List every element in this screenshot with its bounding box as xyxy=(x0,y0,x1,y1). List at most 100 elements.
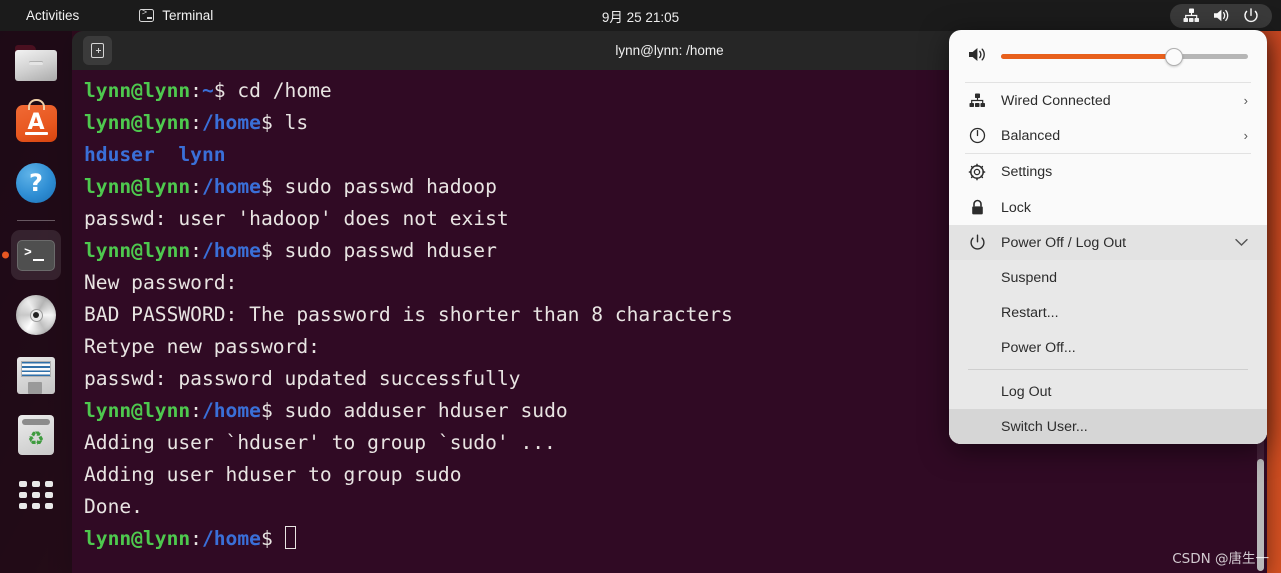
prompt-user: lynn@lynn xyxy=(84,111,191,134)
new-tab-icon xyxy=(91,43,104,58)
dock-item-files[interactable] xyxy=(11,38,61,88)
menu-item-balanced[interactable]: Balanced › xyxy=(949,118,1267,153)
dock-item-show-applications[interactable] xyxy=(11,470,61,520)
dock-separator xyxy=(17,220,55,221)
menu-item-power-off-log-out[interactable]: Power Off / Log Out xyxy=(949,225,1267,260)
gear-icon xyxy=(968,163,986,181)
volume-slider-fill xyxy=(1001,54,1174,59)
terminal-output: Done. xyxy=(84,495,143,518)
dock-item-floppy-drive[interactable] xyxy=(11,350,61,400)
power-profile-icon xyxy=(968,127,986,144)
volume-slider[interactable] xyxy=(1001,47,1248,66)
disc-icon xyxy=(16,295,56,335)
chevron-right-icon: › xyxy=(1243,128,1248,143)
prompt-colon: : xyxy=(190,399,202,422)
network-wired-icon xyxy=(968,93,986,108)
floppy-disk-icon xyxy=(17,356,55,394)
terminal-command: sudo passwd hduser xyxy=(272,239,497,262)
prompt-user: lynn@lynn xyxy=(84,175,191,198)
software-letter: A xyxy=(27,109,45,135)
activities-button[interactable]: Activities xyxy=(18,5,87,26)
terminal-command: cd /home xyxy=(225,79,332,102)
volume-icon xyxy=(1213,8,1230,23)
top-bar: Activities Terminal 9月 25 21:05 xyxy=(0,0,1281,31)
lock-icon xyxy=(968,199,986,216)
prompt-colon: : xyxy=(190,111,202,134)
dock-item-trash[interactable]: ♻ xyxy=(11,410,61,460)
submenu-item-restart[interactable]: Restart... xyxy=(949,295,1267,330)
system-status-area[interactable] xyxy=(1170,3,1272,28)
menu-item-lock[interactable]: Lock xyxy=(949,190,1267,225)
app-menu-terminal[interactable]: Terminal xyxy=(133,5,219,26)
chevron-right-icon: › xyxy=(1243,93,1248,108)
menu-item-label: Lock xyxy=(1001,199,1031,216)
folder-icon xyxy=(15,45,57,81)
terminal-output: passwd: password updated successfully xyxy=(84,367,521,390)
submenu-item-switch-user[interactable]: Switch User... xyxy=(949,409,1267,444)
terminal-command: sudo passwd hadoop xyxy=(272,175,497,198)
prompt-colon: : xyxy=(190,527,202,550)
prompt-path: /home xyxy=(201,239,261,262)
terminal-line: Adding user hduser to group sudo xyxy=(84,459,1267,491)
chevron-down-icon xyxy=(1235,235,1248,250)
prompt-symbol: $ xyxy=(260,111,273,134)
terminal-output: Adding user hduser to group sudo xyxy=(84,463,462,486)
clock[interactable]: 9月 25 21:05 xyxy=(593,3,688,29)
prompt-symbol: $ xyxy=(260,175,273,198)
menu-item-label: Settings xyxy=(1001,164,1053,180)
dock-item-help[interactable]: ? xyxy=(11,158,61,208)
terminal-output: Adding user `hduser' to group `sudo' ... xyxy=(84,431,556,454)
menu-item-settings[interactable]: Settings xyxy=(949,154,1267,190)
power-submenu: Suspend Restart... Power Off... Log Out … xyxy=(949,260,1267,444)
terminal-cursor xyxy=(284,526,296,549)
menu-item-label: Wired Connected xyxy=(1001,92,1111,109)
terminal-output: Retype new password: xyxy=(84,335,320,358)
menu-item-wired-connected[interactable]: Wired Connected › xyxy=(949,83,1267,118)
menu-item-label: Power Off / Log Out xyxy=(1001,234,1127,251)
terminal-directory-list: hduser lynn xyxy=(84,143,226,166)
submenu-item-suspend[interactable]: Suspend xyxy=(949,260,1267,295)
prompt-path: /home xyxy=(201,399,261,422)
submenu-divider xyxy=(968,369,1248,370)
prompt-symbol: $ xyxy=(213,79,226,102)
terminal-icon xyxy=(17,239,55,271)
prompt-user: lynn@lynn xyxy=(84,79,191,102)
terminal-command: sudo adduser hduser sudo xyxy=(272,399,568,422)
prompt-colon: : xyxy=(190,79,202,102)
power-icon xyxy=(968,234,986,251)
terminal-command xyxy=(273,527,285,550)
network-wired-icon xyxy=(1183,8,1200,23)
prompt-symbol: $ xyxy=(260,527,273,550)
dock-item-ubuntu-software[interactable]: A xyxy=(11,98,61,148)
question-mark-icon: ? xyxy=(16,163,56,203)
prompt-path: ~ xyxy=(201,79,214,102)
prompt-colon: : xyxy=(190,239,202,262)
menu-item-label: Balanced xyxy=(1001,127,1061,144)
terminal-output: passwd: user 'hadoop' does not exist xyxy=(84,207,509,230)
volume-slider-knob[interactable] xyxy=(1164,47,1183,66)
terminal-line: Done. xyxy=(84,491,1267,523)
prompt-colon: : xyxy=(190,175,202,198)
prompt-user: lynn@lynn xyxy=(84,527,191,550)
scrollbar-thumb[interactable] xyxy=(1257,459,1264,571)
prompt-path: /home xyxy=(201,175,261,198)
volume-icon[interactable] xyxy=(968,46,987,67)
terminal-line: lynn@lynn:/home$ xyxy=(84,523,1267,555)
prompt-symbol: $ xyxy=(260,239,273,262)
prompt-path: /home xyxy=(201,111,261,134)
system-menu: Wired Connected › Balanced › Settings Lo… xyxy=(949,30,1267,444)
prompt-user: lynn@lynn xyxy=(84,399,191,422)
prompt-symbol: $ xyxy=(260,399,273,422)
dock-item-cd-drive[interactable] xyxy=(11,290,61,340)
dock-item-terminal[interactable] xyxy=(11,230,61,280)
terminal-icon xyxy=(139,8,155,22)
prompt-user: lynn@lynn xyxy=(84,239,191,262)
prompt-path: /home xyxy=(201,527,261,550)
submenu-item-power-off[interactable]: Power Off... xyxy=(949,330,1267,365)
new-tab-button[interactable] xyxy=(83,36,112,65)
dock: A ? ♻ xyxy=(0,31,72,573)
power-icon xyxy=(1243,7,1259,24)
terminal-command: ls xyxy=(272,111,309,134)
submenu-item-log-out[interactable]: Log Out xyxy=(949,374,1267,409)
terminal-output: BAD PASSWORD: The password is shorter th… xyxy=(84,303,733,326)
